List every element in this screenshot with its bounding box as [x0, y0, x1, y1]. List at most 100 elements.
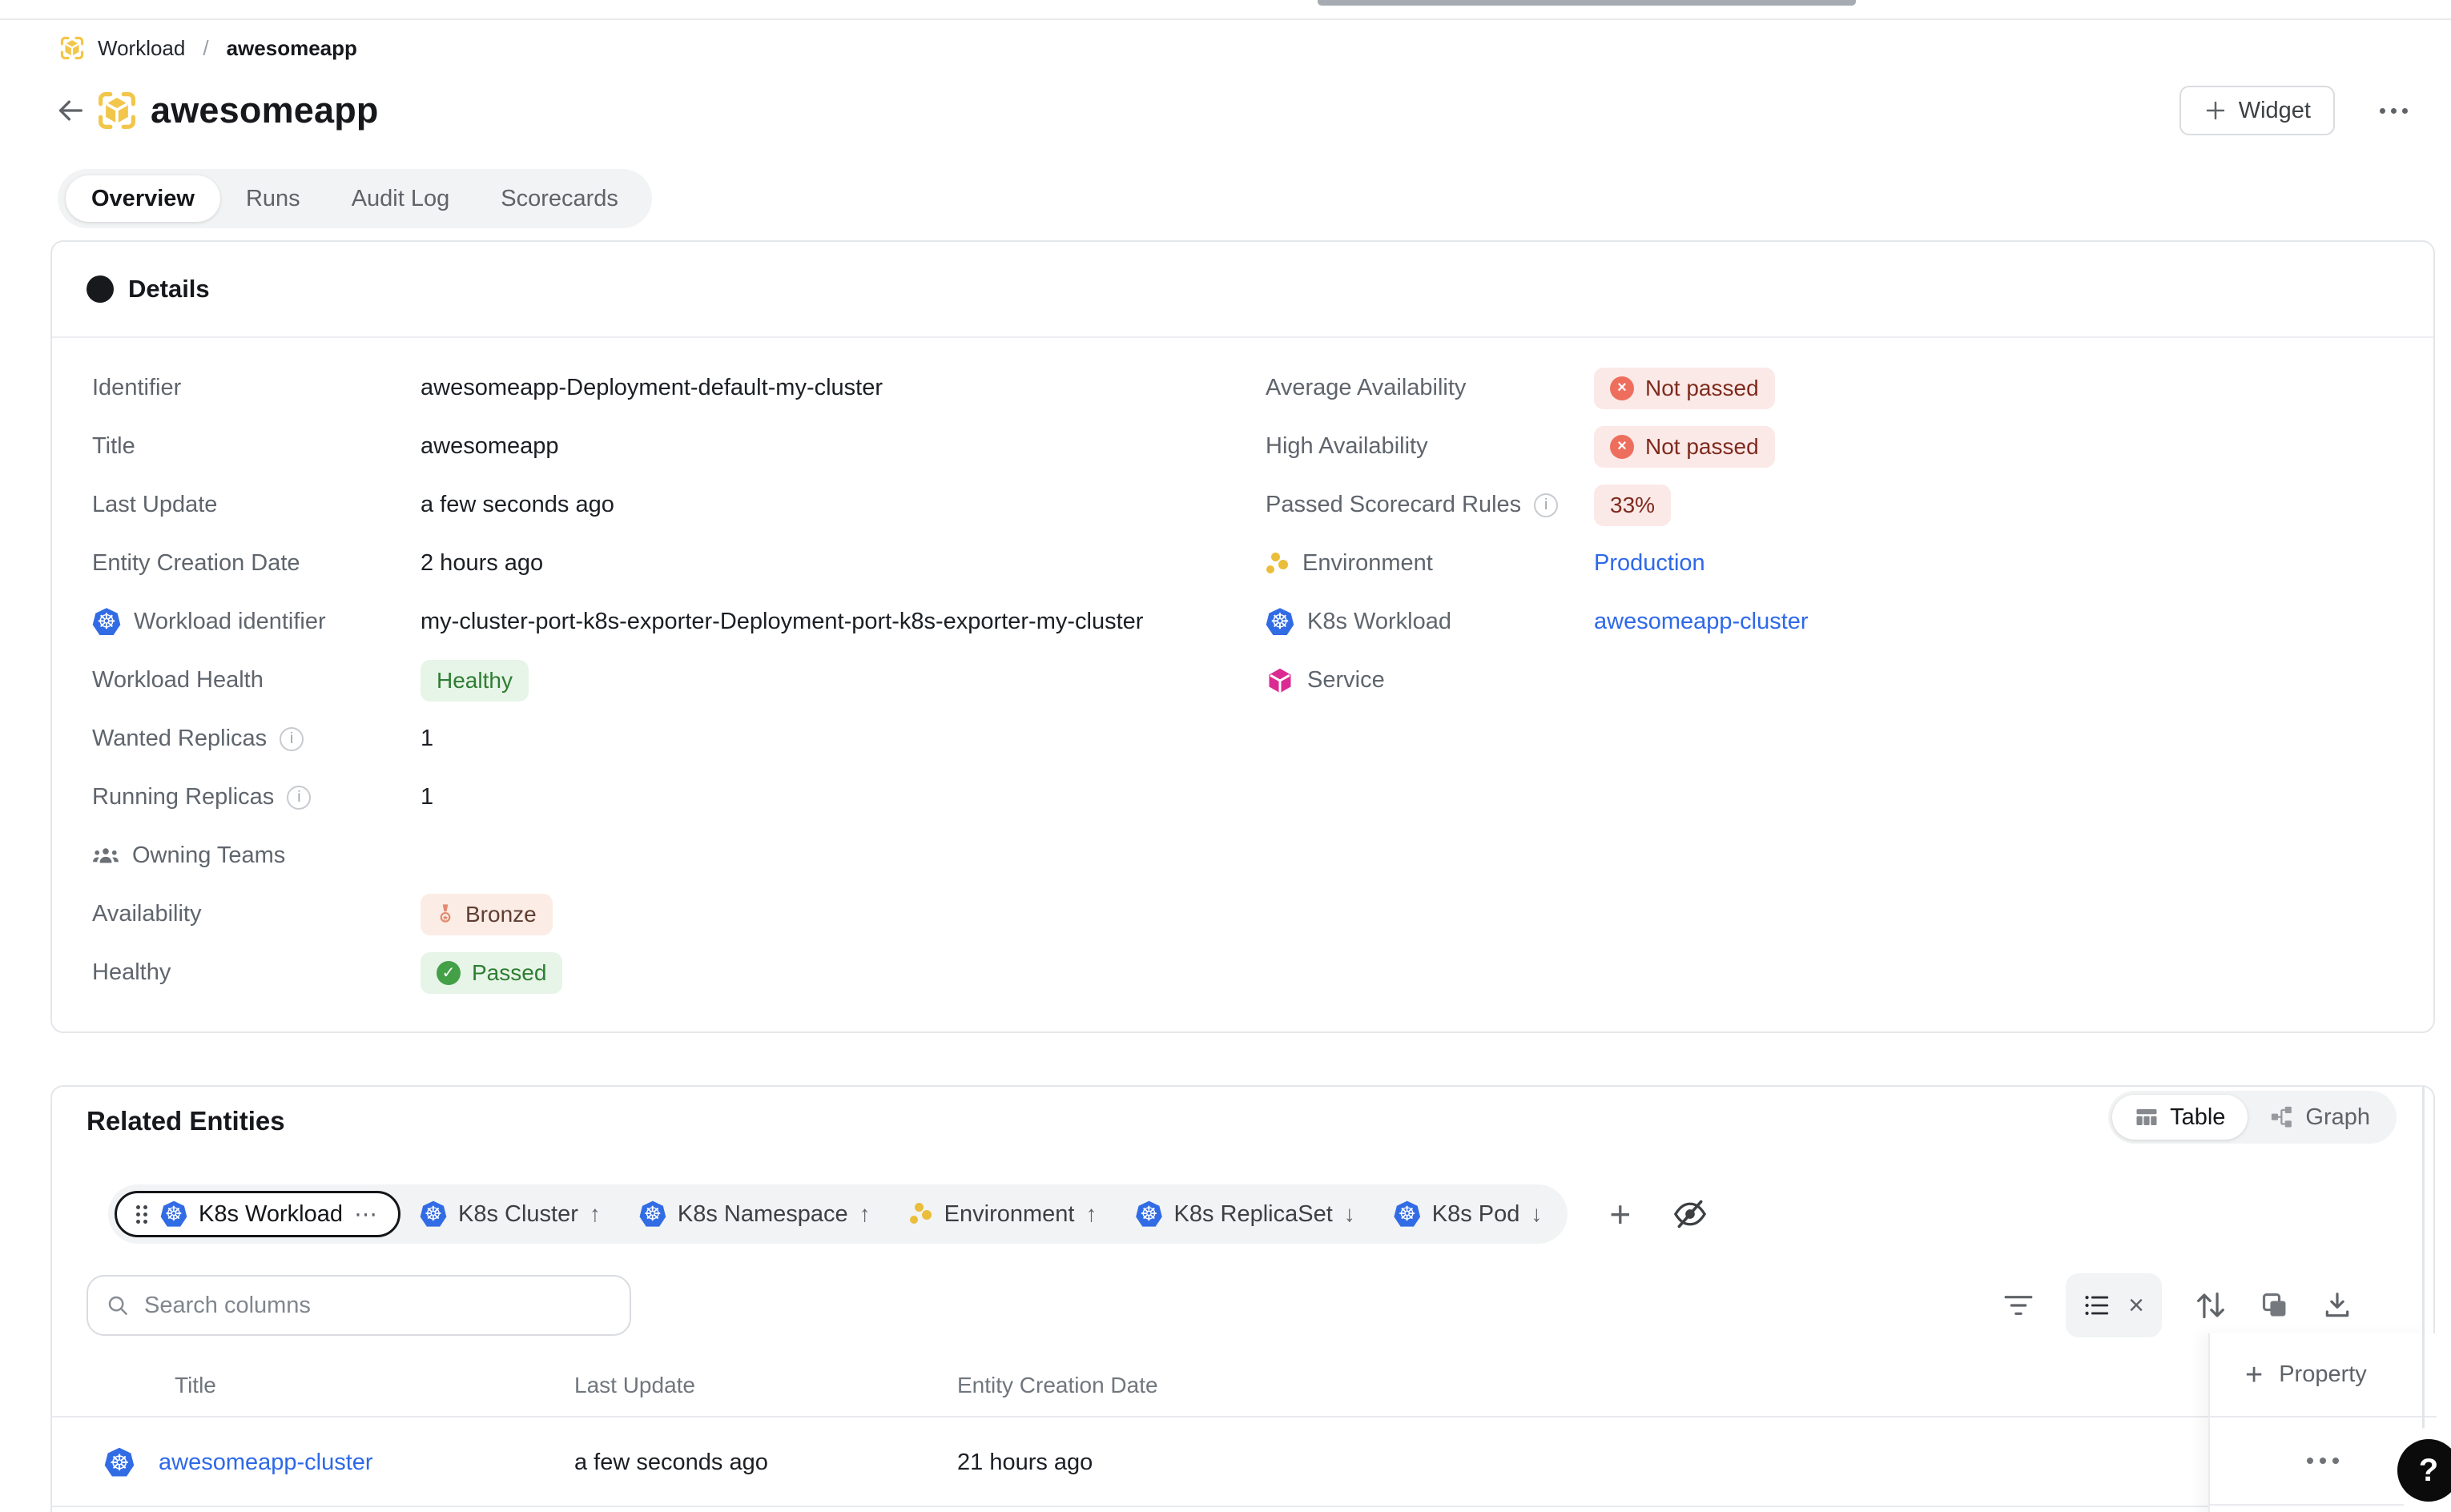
page-more-menu-button[interactable] — [2370, 99, 2417, 123]
download-button[interactable] — [2322, 1290, 2352, 1321]
drag-handle-icon[interactable] — [136, 1205, 147, 1224]
filter-pill-label: Environment — [944, 1201, 1075, 1228]
info-tooltip-icon[interactable] — [287, 786, 311, 810]
plus-icon: + — [2245, 1360, 2263, 1390]
add-property-label: Property — [2279, 1361, 2367, 1388]
field-label: Last Update — [92, 492, 217, 518]
clear-grouping-button[interactable]: × — [2128, 1292, 2144, 1319]
sort-button[interactable] — [2194, 1289, 2228, 1321]
filter-pill-environment[interactable]: Environment ↑ — [890, 1191, 1117, 1237]
tab-runs[interactable]: Runs — [220, 175, 326, 222]
add-property-button[interactable]: + Property — [2210, 1333, 2435, 1418]
x-circle-icon: × — [1610, 435, 1634, 459]
field-title: Title awesomeapp — [92, 417, 1266, 476]
add-widget-button[interactable]: Widget — [2179, 86, 2335, 135]
back-button[interactable] — [51, 91, 90, 130]
environment-icon — [1266, 552, 1290, 576]
table-view-button[interactable]: Table — [2112, 1095, 2248, 1140]
field-value: 2 hours ago — [421, 550, 543, 577]
kubernetes-icon: ☸ — [1266, 608, 1294, 637]
details-info-icon — [87, 275, 114, 303]
eye-off-icon[interactable] — [1672, 1198, 1708, 1230]
direction-up-icon: ↑ — [859, 1201, 871, 1227]
search-columns-box — [87, 1275, 631, 1336]
badge-label: Not passed — [1645, 434, 1759, 460]
tab-scorecards[interactable]: Scorecards — [475, 175, 644, 222]
filter-pill-label: K8s Pod — [1432, 1201, 1520, 1228]
kubernetes-icon: ☸ — [92, 608, 121, 637]
search-columns-input[interactable] — [144, 1293, 612, 1319]
field-label: Wanted Replicas — [92, 726, 267, 752]
field-value: 1 — [421, 726, 433, 752]
tab-overview[interactable]: Overview — [66, 175, 220, 222]
badge-label: Not passed — [1645, 376, 1759, 401]
filter-pill-k8s-workload[interactable]: ☸ K8s Workload ⋯ — [115, 1191, 400, 1237]
graph-icon — [2270, 1105, 2294, 1129]
percentage-badge: 33% — [1594, 485, 1671, 526]
team-icon — [92, 846, 119, 867]
copy-icon — [2260, 1290, 2290, 1321]
kubernetes-icon: ☸ — [1394, 1200, 1421, 1228]
field-average-availability: Average Availability × Not passed — [1266, 359, 2401, 417]
page-header: awesomeapp Widget — [51, 80, 2435, 141]
column-header-last-update[interactable]: Last Update — [563, 1373, 948, 1398]
field-value: 1 — [421, 784, 433, 810]
kubernetes-icon: ☸ — [639, 1200, 666, 1228]
tab-audit-log[interactable]: Audit Log — [326, 175, 476, 222]
filter-pill-k8s-replicaset[interactable]: ☸ K8s ReplicaSet ↓ — [1116, 1191, 1374, 1237]
table-icon — [2135, 1105, 2159, 1129]
environment-link[interactable]: Production — [1594, 550, 1705, 577]
k8s-workload-link[interactable]: awesomeapp-cluster — [1594, 609, 1809, 635]
filter-more-icon[interactable]: ⋯ — [354, 1200, 379, 1228]
field-identifier: Identifier awesomeapp-Deployment-default… — [92, 359, 1266, 417]
plus-icon — [2203, 99, 2228, 123]
list-view-button[interactable] — [2083, 1292, 2111, 1319]
filter-pill-k8s-cluster[interactable]: ☸ K8s Cluster ↑ — [400, 1191, 620, 1237]
workload-entity-icon — [96, 90, 138, 131]
info-tooltip-icon[interactable] — [280, 727, 304, 751]
breadcrumb: Workload / awesomeapp — [59, 35, 357, 61]
horizontal-scrollbar-thumb[interactable] — [1318, 0, 1856, 6]
field-label: Service — [1307, 667, 1385, 694]
filter-pill-label: K8s ReplicaSet — [1173, 1201, 1332, 1228]
entity-link[interactable]: awesomeapp-cluster — [159, 1450, 373, 1476]
info-tooltip-icon[interactable] — [1534, 493, 1558, 517]
field-value: awesomeapp-Deployment-default-my-cluster — [421, 375, 883, 401]
table-toolbar: × — [2003, 1273, 2352, 1337]
field-label: Passed Scorecard Rules — [1266, 492, 1521, 518]
graph-view-button[interactable]: Graph — [2248, 1095, 2393, 1140]
filter-pill-k8s-namespace[interactable]: ☸ K8s Namespace ↑ — [620, 1191, 890, 1237]
field-label: K8s Workload — [1307, 609, 1451, 635]
field-label: Running Replicas — [92, 784, 274, 810]
back-arrow-icon — [54, 94, 87, 127]
direction-up-icon: ↑ — [1085, 1201, 1097, 1227]
table-row[interactable]: ☸ awesomeapp-cluster a few seconds ago 2… — [52, 1419, 2437, 1507]
x-circle-icon: × — [1610, 376, 1634, 400]
table-header-row: Title Last Update Entity Creation Date — [52, 1355, 2437, 1418]
field-k8s-workload: ☸ K8s Workload awesomeapp-cluster — [1266, 593, 2401, 651]
download-icon — [2322, 1290, 2352, 1321]
filter-pill-label: K8s Cluster — [458, 1201, 578, 1228]
breadcrumb-root[interactable]: Workload — [98, 36, 185, 61]
environment-icon — [909, 1202, 933, 1226]
field-label: Workload Health — [92, 667, 264, 694]
page-title: awesomeapp — [151, 90, 379, 131]
direction-up-icon: ↑ — [590, 1201, 601, 1227]
field-label: Owning Teams — [132, 842, 285, 869]
graph-view-label: Graph — [2305, 1104, 2370, 1131]
field-running-replicas: Running Replicas 1 — [92, 768, 1266, 826]
filter-button[interactable] — [2003, 1293, 2034, 1317]
workload-blueprint-icon — [59, 35, 85, 61]
direction-down-icon: ↓ — [1344, 1201, 1355, 1227]
details-panel: Details Identifier awesomeapp-Deployment… — [50, 240, 2435, 1033]
breadcrumb-current: awesomeapp — [227, 36, 357, 61]
column-header-title[interactable]: Title — [87, 1373, 563, 1398]
not-passed-badge: × Not passed — [1594, 368, 1775, 409]
kubernetes-icon: ☸ — [1135, 1200, 1162, 1228]
filter-pill-k8s-pod[interactable]: ☸ K8s Pod ↓ — [1374, 1191, 1562, 1237]
field-label: High Availability — [1266, 433, 1428, 460]
passed-badge: ✓ Passed — [421, 952, 562, 994]
copy-button[interactable] — [2260, 1290, 2290, 1321]
field-label: Entity Creation Date — [92, 550, 300, 577]
add-related-blueprint-button[interactable]: + — [1609, 1196, 1631, 1233]
